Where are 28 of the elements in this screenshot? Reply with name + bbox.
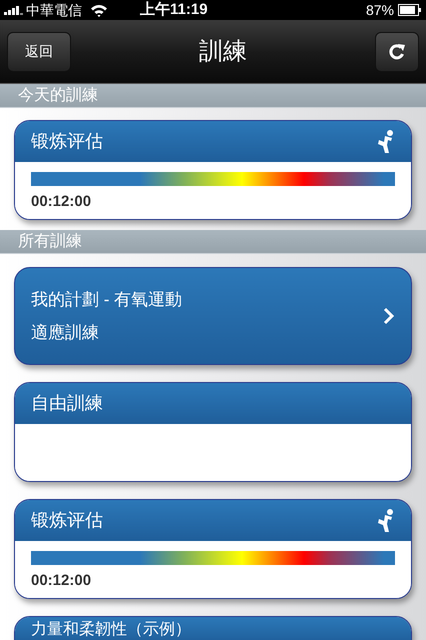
battery-icon <box>398 4 422 16</box>
runner-icon <box>375 508 395 532</box>
card-title: 锻炼评估 <box>31 509 103 532</box>
section-header: 今天的訓練 <box>0 84 426 108</box>
card-title: 锻炼评估 <box>31 130 103 153</box>
card-subtitle: 適應訓練 <box>31 322 100 344</box>
workout-card[interactable]: 力量和柔韌性（示例） <box>14 616 412 640</box>
workout-card[interactable]: 锻炼评估 00:12:00 <box>14 499 412 599</box>
section-header: 所有訓練 <box>0 230 426 254</box>
clock-time: 上午11:19 <box>140 0 208 20</box>
signal-icon <box>4 5 24 15</box>
workout-card[interactable]: 锻炼评估 00:12:00 <box>14 120 412 220</box>
runner-icon <box>375 130 395 154</box>
wifi-icon <box>90 4 108 16</box>
chevron-right-icon <box>383 307 395 325</box>
refresh-icon <box>387 42 407 62</box>
back-button[interactable]: 返回 <box>7 32 71 72</box>
card-title: 自由訓練 <box>31 392 103 415</box>
duration-text: 00:12:00 <box>31 192 92 212</box>
battery-percent: 87% <box>366 0 394 20</box>
carrier-name: 中華電信 <box>26 0 82 20</box>
refresh-button[interactable] <box>375 32 419 72</box>
card-title: 力量和柔韌性（示例） <box>31 621 191 638</box>
workout-plan-card[interactable]: 我的計劃 - 有氧運動 適應訓練 <box>14 267 412 365</box>
screen-title: 訓練 <box>199 36 247 66</box>
card-title: 我的計劃 - 有氧運動 <box>31 288 182 310</box>
duration-text: 00:12:00 <box>31 571 92 591</box>
workout-card[interactable]: 自由訓練 <box>14 382 412 482</box>
